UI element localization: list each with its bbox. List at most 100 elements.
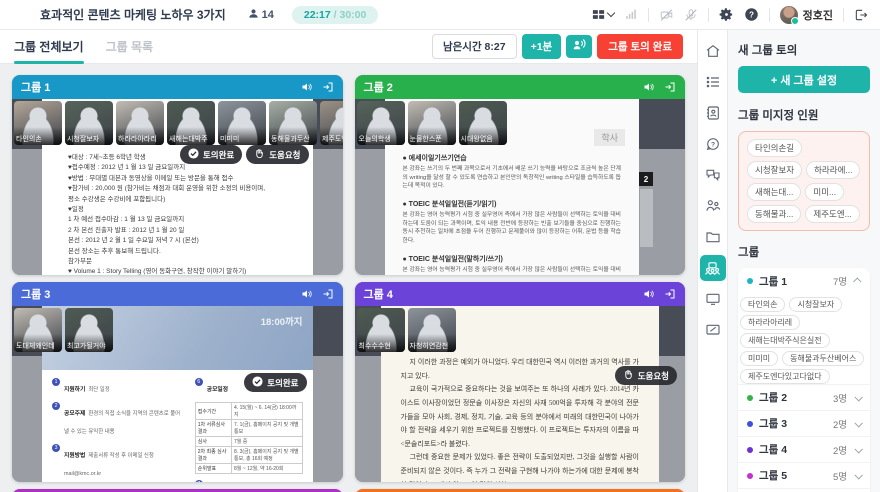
group-row-name: 그룹 4 <box>759 442 787 457</box>
user-menu[interactable]: 정호진 <box>780 6 833 24</box>
group-header-icons <box>301 288 334 300</box>
video-thumbnail[interactable]: 도대체왜인데 <box>14 308 62 352</box>
signal-icon[interactable] <box>624 8 638 21</box>
video-thumbnail[interactable]: 눈물한스푼 <box>408 101 456 145</box>
video-thumbnail[interactable]: 시대왕없음 <box>459 101 507 145</box>
group-row[interactable]: 그룹 23명 <box>738 384 870 410</box>
participant-name: 최고가될거야 <box>65 334 113 352</box>
group-row[interactable]: 그룹 17명 <box>738 268 870 294</box>
participant-name: 시청잘보자 <box>65 127 113 145</box>
member-chip[interactable]: 시청잘보자 <box>789 297 842 312</box>
tab-group-overview[interactable]: 그룹 전체보기 <box>14 30 84 64</box>
member-chip[interactable]: 제주도엔다있고다없다 <box>740 369 830 384</box>
group-card-body: ♥대상 : 7세~초등 6학년 학생♥접수예정 : 2012 년 1 월 13 … <box>12 99 343 275</box>
group-row-name: 그룹 3 <box>759 416 787 431</box>
video-thumbnail[interactable]: 최수수수현 <box>357 308 405 352</box>
new-group-button[interactable]: + 새 그룹 설정 <box>738 66 870 93</box>
group-header-icons <box>643 288 676 300</box>
group-status-dot <box>747 395 753 401</box>
video-thumbnail[interactable]: 동해물과두산 <box>269 101 317 145</box>
add-one-minute-button[interactable]: +1분 <box>522 34 562 59</box>
unassigned-member-chip[interactable]: 하라라에... <box>806 161 860 179</box>
speaker-icon[interactable] <box>643 81 655 93</box>
video-thumbnail[interactable]: 하라라아라리 <box>116 101 164 145</box>
attendee-book-icon[interactable] <box>700 100 726 126</box>
video-thumbnail[interactable]: 최고가될거야 <box>65 308 113 352</box>
qna-icon[interactable]: ? <box>700 131 726 157</box>
table-cell: 2차 최종 심사 결과 <box>195 447 231 464</box>
join-group-icon[interactable] <box>322 81 334 93</box>
participant-name: 오늘의학생 <box>357 127 405 145</box>
video-thumbnail[interactable]: 제주도엔다 <box>320 101 343 145</box>
group-row[interactable]: 그룹 62명 <box>738 488 870 492</box>
unassigned-member-chip[interactable]: 미미... <box>805 183 844 201</box>
group-row[interactable]: 그룹 55명 <box>738 462 870 488</box>
doc-item: 2공모주제환경의 직접 소식을 지역의 콘텐츠로 풀어낼 수 있는 유익한 내용 <box>52 402 185 438</box>
item-text: 공모주제환경의 직접 소식을 지역의 콘텐츠로 풀어낼 수 있는 유익한 내용 <box>64 402 185 438</box>
finish-discussion-button[interactable]: 그룹 토의 완료 <box>597 34 683 59</box>
member-chip[interactable]: 하라라아리레 <box>740 315 800 330</box>
tab-group-list[interactable]: 그룹 목록 <box>106 30 154 64</box>
table-cell: 7월 중 <box>232 437 302 447</box>
settings-gear-icon[interactable] <box>719 7 734 22</box>
group-row[interactable]: 그룹 32명 <box>738 410 870 436</box>
video-thumbnail[interactable]: 시청잘보자 <box>65 101 113 145</box>
speaker-icon[interactable] <box>643 288 655 300</box>
join-group-icon[interactable] <box>664 81 676 93</box>
group-card: 그룹 2● 에세이일기쓰기연습본 강좌는 쓰기의 두 번째 과목으로서 기초에서… <box>355 75 686 275</box>
table-cell: 4. 15(월) ~ 6. 14(금) 18:00까지 <box>232 403 302 420</box>
video-thumbnail[interactable]: 새해는대박주 <box>167 101 215 145</box>
chevron-up-icon[interactable] <box>853 277 861 285</box>
member-chip[interactable]: 미미미 <box>740 351 778 366</box>
chat-icon[interactable] <box>700 162 726 188</box>
item-title: 공모주제 <box>64 411 85 417</box>
unassigned-member-chip[interactable]: 동해물과... <box>747 205 801 223</box>
video-thumbnail[interactable]: 자청히연감천 <box>408 308 456 352</box>
member-chip[interactable]: 타인의손 <box>740 297 785 312</box>
member-chip[interactable]: 새해는대박주식은실전 <box>740 333 830 348</box>
unassigned-member-chip[interactable]: 시청잘보자 <box>747 161 802 179</box>
group-member-count: 7명 <box>833 274 847 288</box>
doc-line: ♥참가비 : 20,000 원 (참가비는 채점과 대회 운영을 위한 소정의 … <box>68 184 299 194</box>
video-thumbnails: 오늘의학생눈물한스푼시대왕없음 <box>357 101 686 145</box>
agenda-list-icon[interactable] <box>700 69 726 95</box>
screen-share-icon[interactable] <box>700 286 726 312</box>
logout-icon[interactable] <box>854 8 868 22</box>
participant-name: 도대체왜인데 <box>14 334 62 352</box>
participants-group-icon[interactable] <box>700 193 726 219</box>
chevron-down-icon[interactable] <box>854 393 862 401</box>
session-timer: 22:17 / 30:00 <box>292 6 378 24</box>
item-number: 3 <box>52 444 60 452</box>
badge-label: 토의완료 <box>267 377 298 389</box>
whiteboard-icon[interactable] <box>700 317 726 343</box>
join-group-icon[interactable] <box>664 288 676 300</box>
chevron-down-icon[interactable] <box>854 419 862 427</box>
files-folder-icon[interactable] <box>700 224 726 250</box>
group-status-dot <box>747 278 753 284</box>
join-group-icon[interactable] <box>322 288 334 300</box>
video-thumbnail[interactable]: 타인의손 <box>14 101 62 145</box>
video-thumbnails: 도대체왜인데최고가될거야 <box>14 308 343 352</box>
camera-off-icon[interactable] <box>659 8 674 22</box>
member-chip[interactable]: 동해물과두산베어스 <box>782 351 864 366</box>
speaker-icon[interactable] <box>301 288 313 300</box>
broadcast-button[interactable] <box>566 35 592 58</box>
video-thumbnail[interactable]: 미미미 <box>218 101 266 145</box>
doc-section-title: ● 에세이일기쓰기연습 <box>403 153 622 163</box>
schedule-table: 접수기간4. 15(월) ~ 6. 14(금) 18:00까지1차 서류심사 결… <box>195 402 303 474</box>
video-thumbnail[interactable]: 오늘의학생 <box>357 101 405 145</box>
mic-off-icon[interactable] <box>684 8 698 22</box>
unassigned-member-chip[interactable]: 새해는대... <box>747 183 801 201</box>
svg-text:?: ? <box>710 141 714 148</box>
help-icon[interactable]: ? <box>744 7 759 22</box>
home-icon[interactable] <box>700 38 726 64</box>
unassigned-member-chip[interactable]: 타인의손길 <box>747 139 802 157</box>
group-discussion-icon[interactable] <box>700 255 726 281</box>
chevron-down-icon[interactable] <box>854 471 862 479</box>
divider <box>708 8 709 22</box>
speaker-icon[interactable] <box>301 81 313 93</box>
unassigned-member-chip[interactable]: 제주도엔... <box>805 205 859 223</box>
chevron-down-icon[interactable] <box>854 445 862 453</box>
layout-grid-icon[interactable] <box>591 7 614 22</box>
group-row[interactable]: 그룹 42명 <box>738 436 870 462</box>
